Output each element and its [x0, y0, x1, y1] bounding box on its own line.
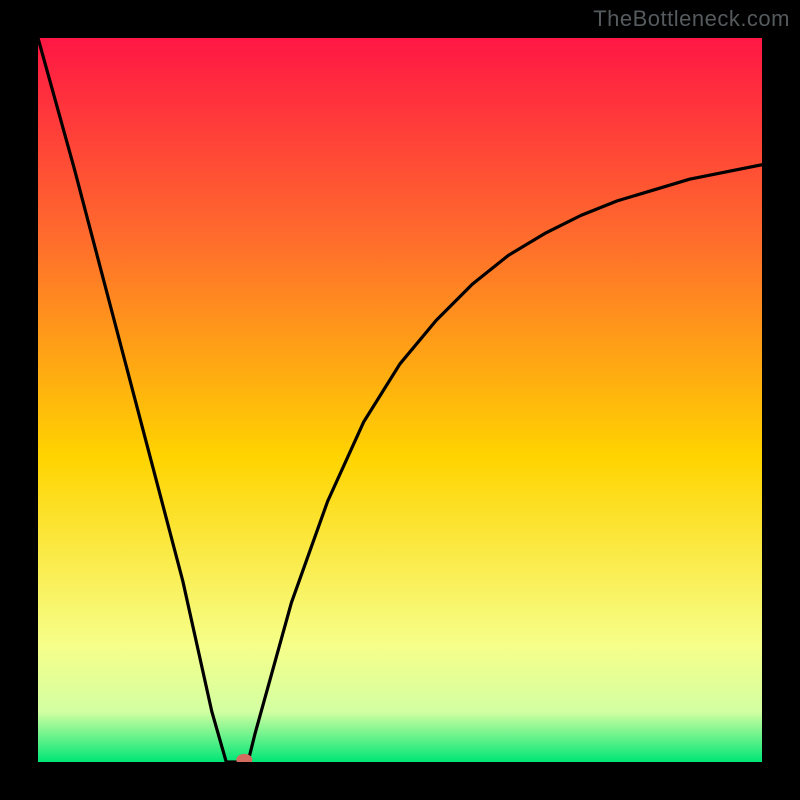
plot-area	[38, 38, 762, 762]
chart-svg	[38, 38, 762, 762]
gradient-background	[38, 38, 762, 762]
watermark-label: TheBottleneck.com	[593, 6, 790, 32]
chart-frame: TheBottleneck.com	[0, 0, 800, 800]
